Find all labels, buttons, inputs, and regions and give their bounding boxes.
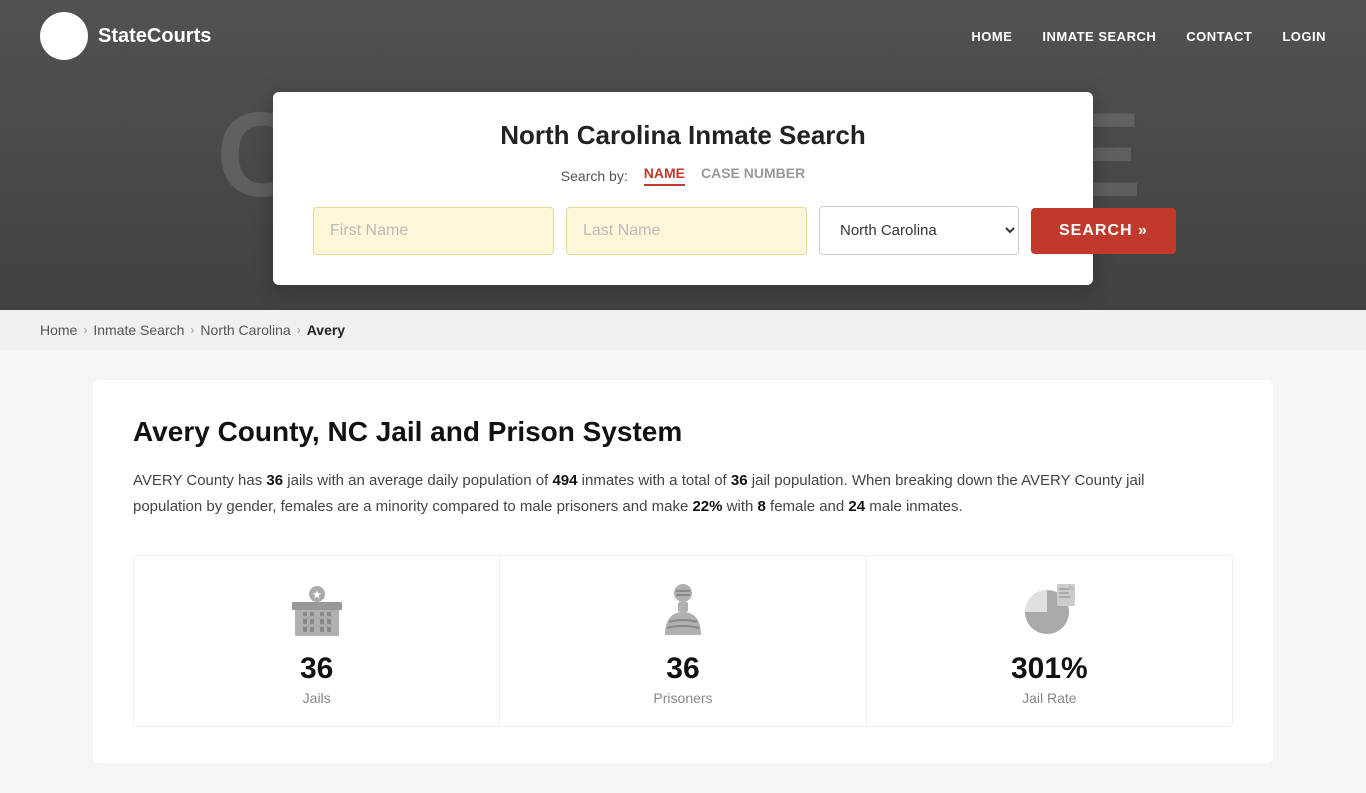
- desc-total: 36: [731, 472, 748, 489]
- hero-section: COURTHOUSE 🏛 StateCourts HOME INMATE SEA…: [0, 0, 1366, 310]
- search-button[interactable]: SEARCH »: [1031, 208, 1176, 254]
- logo-text: StateCourts: [98, 25, 211, 48]
- desc-pop: 494: [552, 472, 577, 489]
- svg-text:★: ★: [312, 590, 321, 601]
- tab-case-number[interactable]: CASE NUMBER: [701, 165, 805, 186]
- stats-row: ★ 36 Jails: [133, 555, 1233, 727]
- logo-icon: 🏛: [40, 12, 88, 60]
- stat-jails: ★ 36 Jails: [134, 556, 500, 726]
- breadcrumb-current: Avery: [307, 322, 345, 338]
- main-content: Avery County, NC Jail and Prison System …: [0, 350, 1366, 793]
- breadcrumb-state[interactable]: North Carolina: [200, 322, 290, 338]
- stat-jails-number: 36: [300, 652, 333, 686]
- desc-end: male inmates.: [865, 498, 963, 515]
- nav-inmate-search[interactable]: INMATE SEARCH: [1042, 29, 1156, 44]
- nav-contact[interactable]: CONTACT: [1186, 29, 1252, 44]
- desc-mid1: jails with an average daily population o…: [283, 472, 552, 489]
- desc-mid5: female and: [766, 498, 849, 515]
- breadcrumb: Home › Inmate Search › North Carolina › …: [0, 310, 1366, 350]
- state-select[interactable]: North CarolinaAlabamaAlaskaArizonaArkans…: [819, 206, 1019, 255]
- desc-pct: 22%: [692, 498, 722, 515]
- search-fields: North CarolinaAlabamaAlaskaArizonaArkans…: [313, 206, 1053, 255]
- site-logo[interactable]: 🏛 StateCourts: [40, 12, 211, 60]
- desc-pre1: AVERY County has: [133, 472, 266, 489]
- stat-jail-rate: 301% Jail Rate: [867, 556, 1232, 726]
- jail-icon: ★: [287, 580, 347, 640]
- stat-prisoners: 36 Prisoners: [500, 556, 866, 726]
- prisoners-icon: [655, 580, 711, 640]
- jail-rate-icon: [1019, 580, 1079, 640]
- stat-jail-rate-number: 301%: [1011, 652, 1088, 686]
- first-name-input[interactable]: [313, 207, 554, 255]
- search-card: North Carolina Inmate Search Search by: …: [273, 92, 1093, 285]
- breadcrumb-sep-1: ›: [83, 323, 87, 337]
- desc-mid2: inmates with a total of: [577, 472, 730, 489]
- navbar: 🏛 StateCourts HOME INMATE SEARCH CONTACT…: [0, 0, 1366, 72]
- county-description: AVERY County has 36 jails with an averag…: [133, 468, 1193, 519]
- breadcrumb-sep-2: ›: [190, 323, 194, 337]
- search-by-row: Search by: NAME CASE NUMBER: [313, 165, 1053, 186]
- search-card-title: North Carolina Inmate Search: [313, 120, 1053, 151]
- breadcrumb-sep-3: ›: [297, 323, 301, 337]
- stat-prisoners-number: 36: [666, 652, 699, 686]
- desc-male: 24: [848, 498, 865, 515]
- content-card: Avery County, NC Jail and Prison System …: [93, 380, 1273, 763]
- nav-links: HOME INMATE SEARCH CONTACT LOGIN: [971, 29, 1326, 44]
- desc-mid4: with: [723, 498, 758, 515]
- search-by-label: Search by:: [561, 168, 628, 184]
- nav-home[interactable]: HOME: [971, 29, 1012, 44]
- breadcrumb-inmate-search[interactable]: Inmate Search: [93, 322, 184, 338]
- stat-prisoners-label: Prisoners: [653, 690, 712, 706]
- desc-jails: 36: [266, 472, 283, 489]
- breadcrumb-home[interactable]: Home: [40, 322, 77, 338]
- stat-jails-label: Jails: [303, 690, 331, 706]
- desc-female: 8: [758, 498, 766, 515]
- last-name-input[interactable]: [566, 207, 807, 255]
- nav-login[interactable]: LOGIN: [1282, 29, 1326, 44]
- tab-name[interactable]: NAME: [644, 165, 685, 186]
- stat-jail-rate-label: Jail Rate: [1022, 690, 1076, 706]
- county-title: Avery County, NC Jail and Prison System: [133, 416, 1233, 448]
